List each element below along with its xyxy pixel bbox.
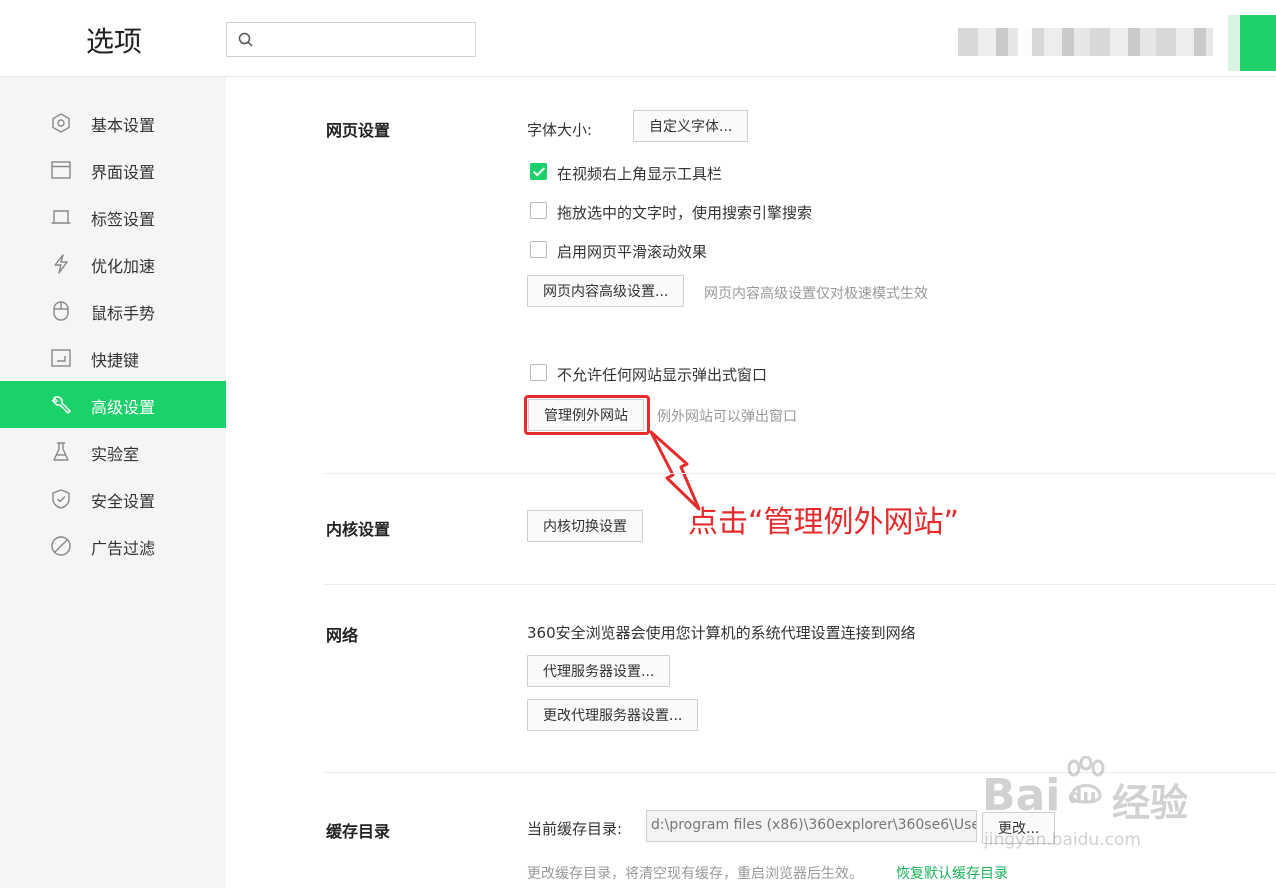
checkbox-smooth-scroll[interactable] bbox=[530, 241, 547, 258]
shield-icon bbox=[52, 489, 70, 509]
section-divider bbox=[324, 584, 1276, 585]
checkbox-block-popups[interactable] bbox=[530, 364, 547, 381]
sidebar-item-optimize[interactable]: 优化加速 bbox=[0, 240, 226, 287]
baidu-watermark: Bai du 经验 jingyan.baidu.com bbox=[980, 750, 1240, 860]
restore-default-cache-link[interactable]: 恢复默认缓存目录 bbox=[896, 863, 1008, 883]
change-proxy-button[interactable]: 更改代理服务器设置... bbox=[527, 699, 699, 731]
sidebar-item-shortcuts[interactable]: 快捷键 bbox=[0, 334, 226, 381]
sidebar-item-label: 安全设置 bbox=[91, 492, 156, 511]
sidebar-item-mouse-gestures[interactable]: 鼠标手势 bbox=[0, 287, 226, 334]
sidebar-item-label: 快捷键 bbox=[91, 351, 140, 370]
block-icon bbox=[51, 536, 71, 556]
tab-icon bbox=[51, 210, 71, 224]
watermark-brand: Bai bbox=[982, 770, 1061, 821]
sidebar-item-lab[interactable]: 实验室 bbox=[0, 428, 226, 475]
account-info-blurred bbox=[958, 28, 1213, 56]
section-title-kernel: 内核设置 bbox=[326, 520, 391, 539]
checkbox-label: 在视频右上角显示工具栏 bbox=[557, 165, 723, 183]
sidebar-item-label: 鼠标手势 bbox=[91, 304, 156, 323]
section-title-cache: 缓存目录 bbox=[326, 822, 391, 841]
sidebar-item-advanced[interactable]: 高级设置 bbox=[0, 381, 226, 428]
sidebar-item-label: 标签设置 bbox=[91, 210, 156, 229]
avatar[interactable] bbox=[1228, 15, 1276, 71]
page-title: 选项 bbox=[86, 25, 143, 58]
section-divider bbox=[324, 473, 1276, 474]
checkbox-label: 拖放选中的文字时，使用搜索引擎搜索 bbox=[557, 204, 813, 222]
sidebar-item-security[interactable]: 安全设置 bbox=[0, 475, 226, 522]
sidebar-item-label: 基本设置 bbox=[91, 116, 156, 135]
advanced-content-hint: 网页内容高级设置仅对极速模式生效 bbox=[704, 286, 928, 302]
advanced-content-button[interactable]: 网页内容高级设置... bbox=[527, 275, 685, 307]
sidebar-item-label: 界面设置 bbox=[91, 163, 156, 182]
sidebar-item-label: 高级设置 bbox=[91, 398, 156, 417]
cache-dir-label: 当前缓存目录: bbox=[527, 820, 623, 838]
title-bar: 选项 bbox=[0, 0, 1276, 77]
wrench-icon bbox=[51, 396, 71, 414]
exceptions-hint: 例外网站可以弹出窗口 bbox=[657, 409, 797, 425]
checkbox-label: 启用网页平滑滚动效果 bbox=[557, 243, 708, 261]
lightning-icon bbox=[54, 254, 68, 274]
flask-icon bbox=[53, 442, 69, 461]
highlight-box bbox=[524, 395, 650, 435]
window-icon bbox=[51, 161, 71, 179]
sidebar-item-label: 实验室 bbox=[91, 445, 140, 464]
cache-path-field[interactable]: d:\program files (x86)\360explorer\360se… bbox=[646, 810, 977, 842]
sidebar-item-label: 优化加速 bbox=[91, 257, 156, 276]
font-size-label: 字体大小: bbox=[527, 121, 593, 139]
checkbox-label: 不允许任何网站显示弹出式窗口 bbox=[557, 366, 768, 384]
sidebar: 基本设置 界面设置 标签设置 优化加速 鼠标手势 快捷键 高级设置 实验室 安全… bbox=[0, 77, 226, 888]
checkbox-video-toolbar[interactable] bbox=[530, 163, 547, 180]
kernel-switch-button[interactable]: 内核切换设置 bbox=[527, 510, 643, 542]
section-title-network: 网络 bbox=[326, 626, 359, 645]
watermark-brand-tail: du bbox=[1068, 784, 1097, 808]
watermark-url: jingyan.baidu.com bbox=[984, 830, 1141, 850]
account-info-gap bbox=[1018, 28, 1032, 56]
proxy-settings-button[interactable]: 代理服务器设置... bbox=[527, 655, 671, 687]
custom-font-button[interactable]: 自定义字体... bbox=[633, 110, 749, 142]
sidebar-item-tabs[interactable]: 标签设置 bbox=[0, 193, 226, 240]
network-description: 360安全浏览器会使用您计算机的系统代理设置连接到网络 bbox=[527, 624, 916, 642]
sidebar-item-adblock[interactable]: 广告过滤 bbox=[0, 522, 226, 569]
hexagon-settings-icon bbox=[52, 113, 70, 133]
mouse-icon bbox=[53, 301, 69, 321]
sidebar-item-label: 广告过滤 bbox=[91, 539, 156, 558]
search-icon bbox=[238, 32, 253, 47]
shortcut-icon bbox=[51, 349, 71, 367]
annotation-text: 点击“管理例外网站” bbox=[688, 505, 960, 540]
section-title-webpage: 网页设置 bbox=[326, 121, 391, 140]
sidebar-item-basic[interactable]: 基本设置 bbox=[0, 99, 226, 146]
cache-hint: 更改缓存目录，将清空现有缓存，重启浏览器后生效。 bbox=[527, 866, 863, 882]
checkbox-drag-search[interactable] bbox=[530, 202, 547, 219]
search-input[interactable] bbox=[226, 22, 476, 57]
watermark-cn: 经验 bbox=[1112, 781, 1189, 825]
sidebar-item-interface[interactable]: 界面设置 bbox=[0, 146, 226, 193]
